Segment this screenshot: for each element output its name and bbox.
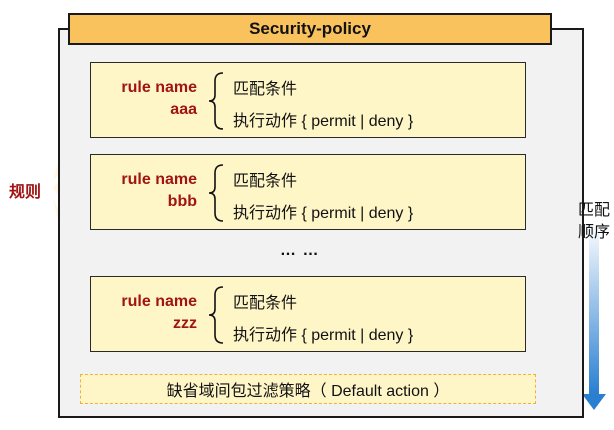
ellipsis: … … bbox=[280, 242, 320, 259]
rules-label: 规则 bbox=[9, 184, 42, 201]
match-order-label: 匹配 顺序 bbox=[578, 200, 614, 244]
match-condition: 匹配条件 bbox=[233, 173, 298, 190]
rule-name: rule name zzz bbox=[121, 291, 197, 335]
match-order-line-2: 顺序 bbox=[578, 224, 611, 241]
rule-card-zzz: rule name zzz 匹配条件 执行动作 { permit | deny … bbox=[90, 276, 526, 352]
brace-icon bbox=[208, 164, 224, 222]
brace-icon bbox=[208, 72, 224, 130]
action: 执行动作 { permit | deny } bbox=[233, 327, 414, 344]
rule-card-bbb: rule name bbb 匹配条件 执行动作 { permit | deny … bbox=[90, 154, 526, 230]
brace-icon bbox=[208, 286, 224, 344]
match-order-arrow-head bbox=[582, 394, 606, 410]
rule-card-aaa: rule name aaa 匹配条件 执行动作 { permit | deny … bbox=[90, 62, 526, 138]
rule-name-label: rule name bbox=[121, 293, 197, 310]
match-condition: 匹配条件 bbox=[233, 81, 298, 98]
rule-name-label: rule name bbox=[121, 79, 197, 96]
rule-id: aaa bbox=[170, 101, 197, 118]
rule-id: zzz bbox=[173, 315, 197, 332]
security-policy-title: Security-policy bbox=[68, 13, 552, 45]
rule-id: bbb bbox=[167, 193, 197, 210]
action: 执行动作 { permit | deny } bbox=[233, 113, 414, 130]
default-action-box: 缺省域间包过滤策略（ Default action ） bbox=[80, 374, 536, 404]
action: 执行动作 { permit | deny } bbox=[233, 205, 414, 222]
rule-name: rule name bbb bbox=[121, 169, 197, 213]
match-condition: 匹配条件 bbox=[233, 295, 298, 312]
match-order-line-1: 匹配 bbox=[578, 202, 611, 219]
rule-name: rule name aaa bbox=[121, 77, 197, 121]
match-order-arrow-shaft bbox=[589, 222, 599, 394]
rule-name-label: rule name bbox=[121, 171, 197, 188]
